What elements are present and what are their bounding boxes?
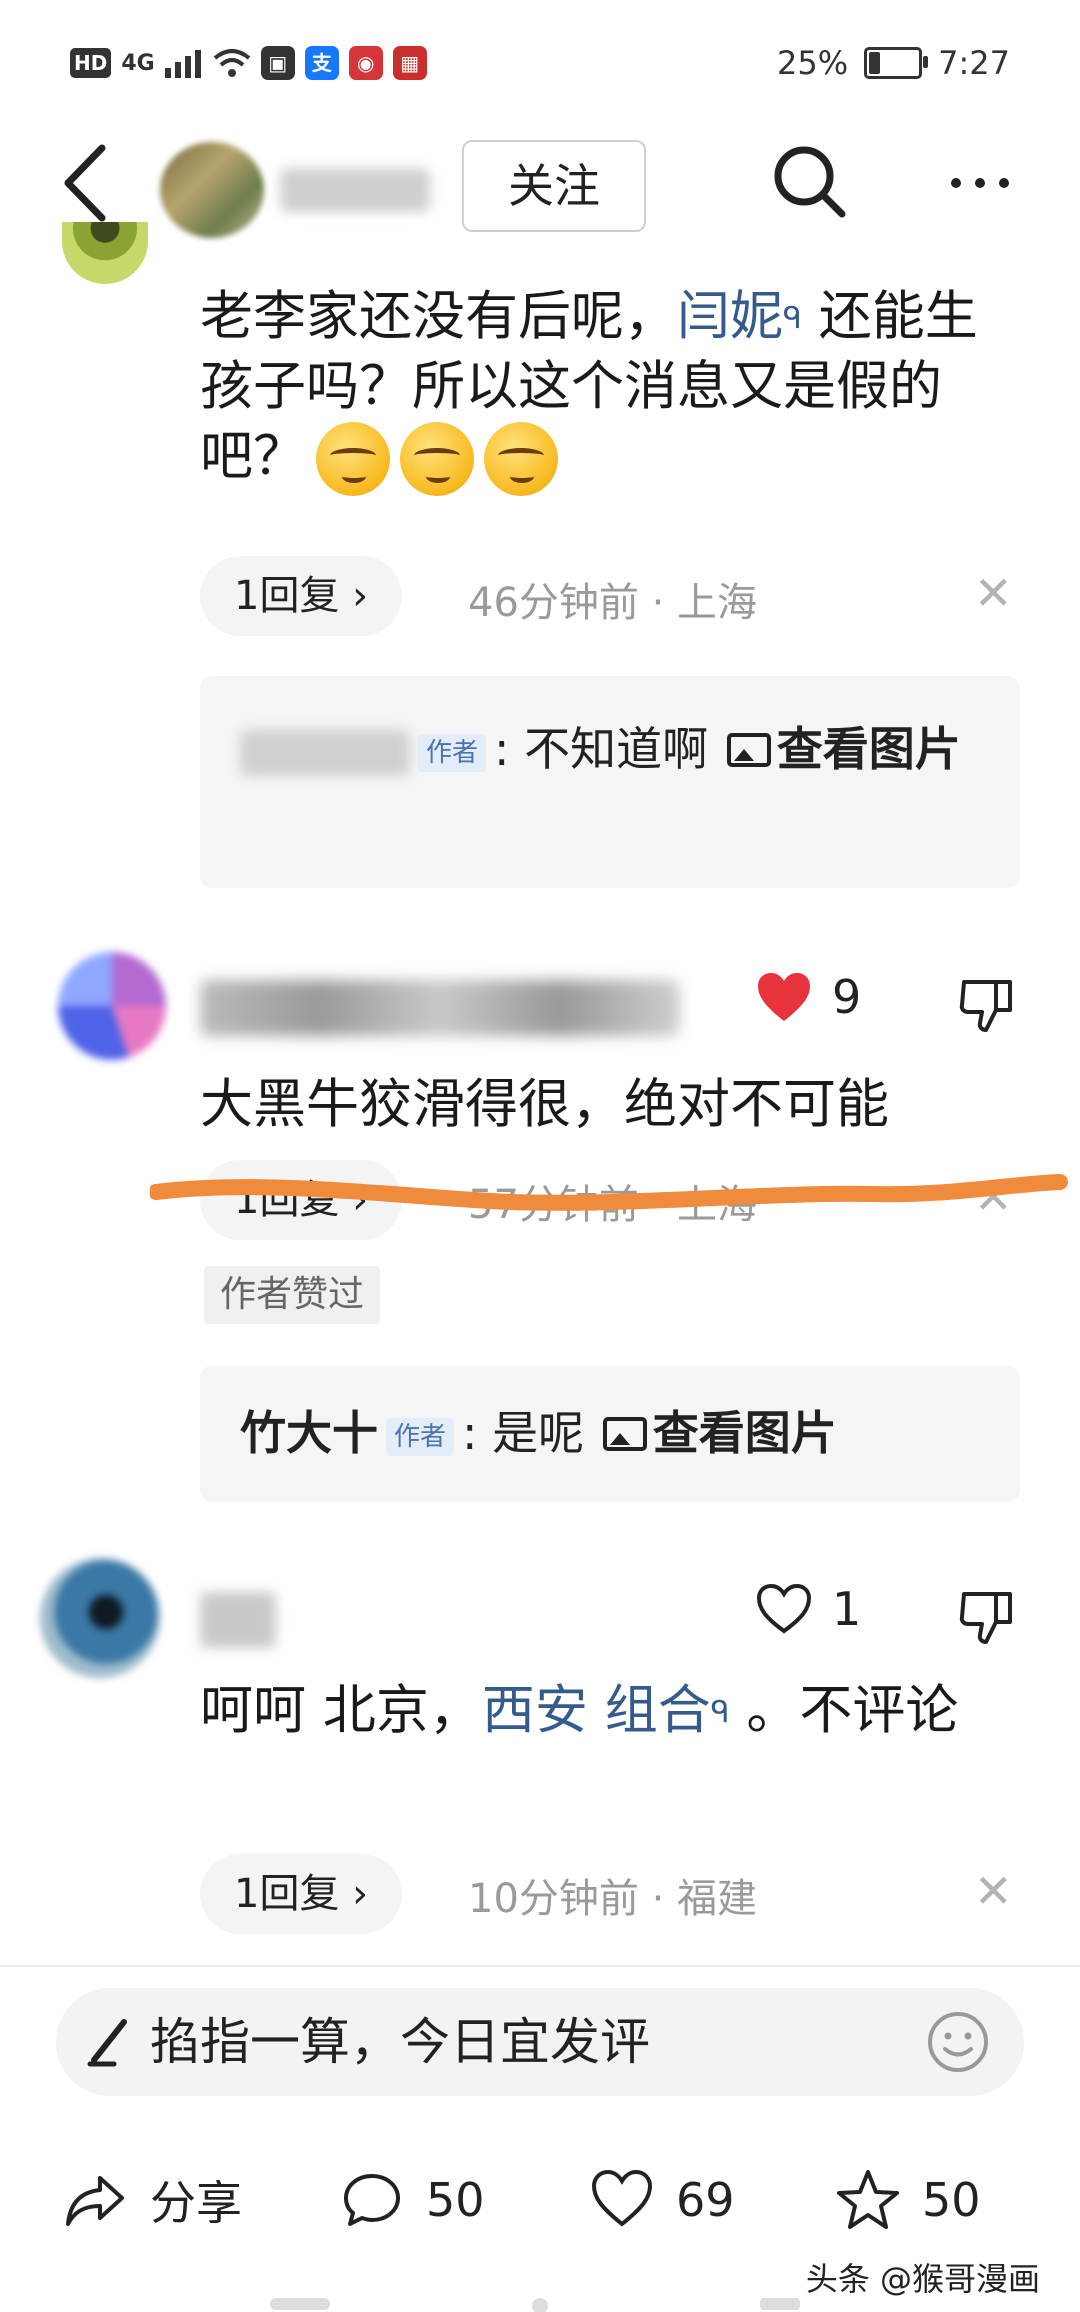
- bag-app-icon: ▣: [260, 46, 295, 80]
- wifi-icon: [213, 49, 250, 77]
- comment-text: 呵呵 北京，西安 组合ᑫ 。不评论: [200, 1680, 959, 1741]
- reply-author[interactable]: 竹大十: [240, 1406, 378, 1460]
- status-left: HD 4G ▣ 支 ◉ ▦: [70, 46, 427, 80]
- status-right: 25% 7:27: [777, 44, 1010, 82]
- clock: 7:27: [938, 44, 1010, 82]
- more-icon[interactable]: [930, 168, 1030, 198]
- back-icon[interactable]: [52, 138, 122, 228]
- search-icon: ᑫ: [783, 301, 802, 336]
- battery-fill: [869, 52, 881, 74]
- follow-button[interactable]: 关注: [462, 140, 646, 232]
- nav-bar-hint: [270, 2298, 800, 2312]
- comment-count: 50: [426, 2173, 485, 2227]
- like-button[interactable]: 1: [756, 1582, 861, 1636]
- commenter-name[interactable]: [200, 980, 680, 1036]
- dislike-icon[interactable]: [958, 1588, 1016, 1646]
- comment-text: 大黑牛狡滑得很，绝对不可能: [200, 1074, 889, 1135]
- heart-outline-icon: [756, 1583, 812, 1634]
- comment-input-placeholder: 掐指一算，今日宜发评: [150, 2013, 650, 2071]
- heart-outline-icon: [591, 2169, 653, 2227]
- author-tag: 作者: [418, 733, 487, 772]
- comment-input[interactable]: 掐指一算，今日宜发评: [56, 1988, 1024, 2096]
- heart-filled-icon: [758, 973, 810, 1021]
- battery-percent: 25%: [777, 44, 849, 82]
- favorite-count: 50: [922, 2173, 981, 2227]
- search-icon: ᑫ: [710, 1695, 730, 1730]
- emoji-icon: [484, 422, 558, 497]
- comment-meta: 10分钟前 · 福建: [468, 1876, 758, 1922]
- keyword-link[interactable]: 闫妮ᑫ: [677, 286, 802, 347]
- reply-line: 竹大十 作者: 是呢 查看图片: [240, 1406, 837, 1460]
- reply-line: 作者: 不知道啊 查看图片: [240, 716, 1000, 782]
- author-liked-badge: 作者赞过: [204, 1266, 381, 1324]
- search-icon[interactable]: [770, 142, 850, 222]
- commenter-avatar[interactable]: [58, 952, 166, 1060]
- author-avatar[interactable]: [160, 142, 264, 238]
- comment-text: 老李家还没有后呢，闫妮ᑫ 还能生孩子吗？所以这个消息又是假的吧？: [200, 282, 1000, 497]
- reply-box[interactable]: 作者: 不知道啊 查看图片: [200, 676, 1020, 888]
- commenter-avatar[interactable]: [40, 1558, 160, 1678]
- alipay-app-icon: 支: [304, 46, 339, 80]
- like-article-button[interactable]: 69: [590, 2150, 735, 2250]
- reply-count-button[interactable]: 1回复 ›: [200, 556, 403, 636]
- network-indicator: 4G: [121, 50, 155, 76]
- author-tag: 作者: [386, 1417, 455, 1456]
- pen-icon: [87, 2019, 127, 2067]
- hd-badge: HD: [70, 48, 112, 78]
- image-icon: [726, 732, 771, 767]
- reply-box[interactable]: 竹大十 作者: 是呢 查看图片: [200, 1366, 1020, 1502]
- favorite-button[interactable]: 50: [836, 2150, 981, 2250]
- reply-count-button[interactable]: 1回复 ›: [200, 1854, 403, 1934]
- emoji-icon: [316, 422, 390, 497]
- view-image-link[interactable]: 查看图片: [723, 722, 961, 776]
- red-square-app-icon: ▦: [392, 46, 427, 80]
- battery-icon: [864, 47, 929, 79]
- signal-icon: [164, 50, 201, 78]
- image-icon: [602, 1416, 647, 1451]
- keyword-link[interactable]: 西安 组合ᑫ: [482, 1680, 730, 1741]
- view-image-link[interactable]: 查看图片: [599, 1406, 837, 1460]
- reply-author[interactable]: [240, 729, 410, 776]
- chevron-right-icon: ›: [352, 573, 369, 619]
- status-bar: HD 4G ▣ 支 ◉ ▦ 25% 7:27: [0, 0, 1080, 130]
- like-button[interactable]: 9: [756, 970, 861, 1024]
- commenter-avatar[interactable]: [62, 222, 148, 284]
- share-icon: [66, 2176, 124, 2226]
- comment-meta: 46分钟前 · 上海: [468, 580, 758, 626]
- star-icon: [837, 2170, 899, 2229]
- author-name[interactable]: [280, 168, 430, 212]
- divider: [0, 1965, 1080, 1967]
- share-button[interactable]: 分享: [64, 2150, 242, 2250]
- emoji-icon: [400, 422, 474, 497]
- close-icon[interactable]: ✕: [974, 1864, 1013, 1918]
- comment-icon: [344, 2174, 400, 2226]
- top-nav: 关注: [0, 130, 1080, 250]
- like-count: 69: [676, 2173, 735, 2227]
- like-count: 1: [832, 1582, 862, 1636]
- bottom-action-bar: 分享 50 69 50: [0, 2150, 1080, 2250]
- dislike-icon[interactable]: [958, 976, 1016, 1034]
- like-count: 9: [832, 970, 862, 1024]
- comment-button[interactable]: 50: [340, 2150, 485, 2250]
- share-label: 分享: [150, 2176, 242, 2230]
- commenter-name[interactable]: [200, 1592, 276, 1648]
- smile-icon[interactable]: [926, 2010, 990, 2074]
- chevron-right-icon: ›: [352, 1871, 369, 1917]
- close-icon[interactable]: ✕: [974, 566, 1013, 620]
- red-app-icon: ◉: [348, 46, 383, 80]
- orange-strike-annotation: [150, 1174, 1068, 1211]
